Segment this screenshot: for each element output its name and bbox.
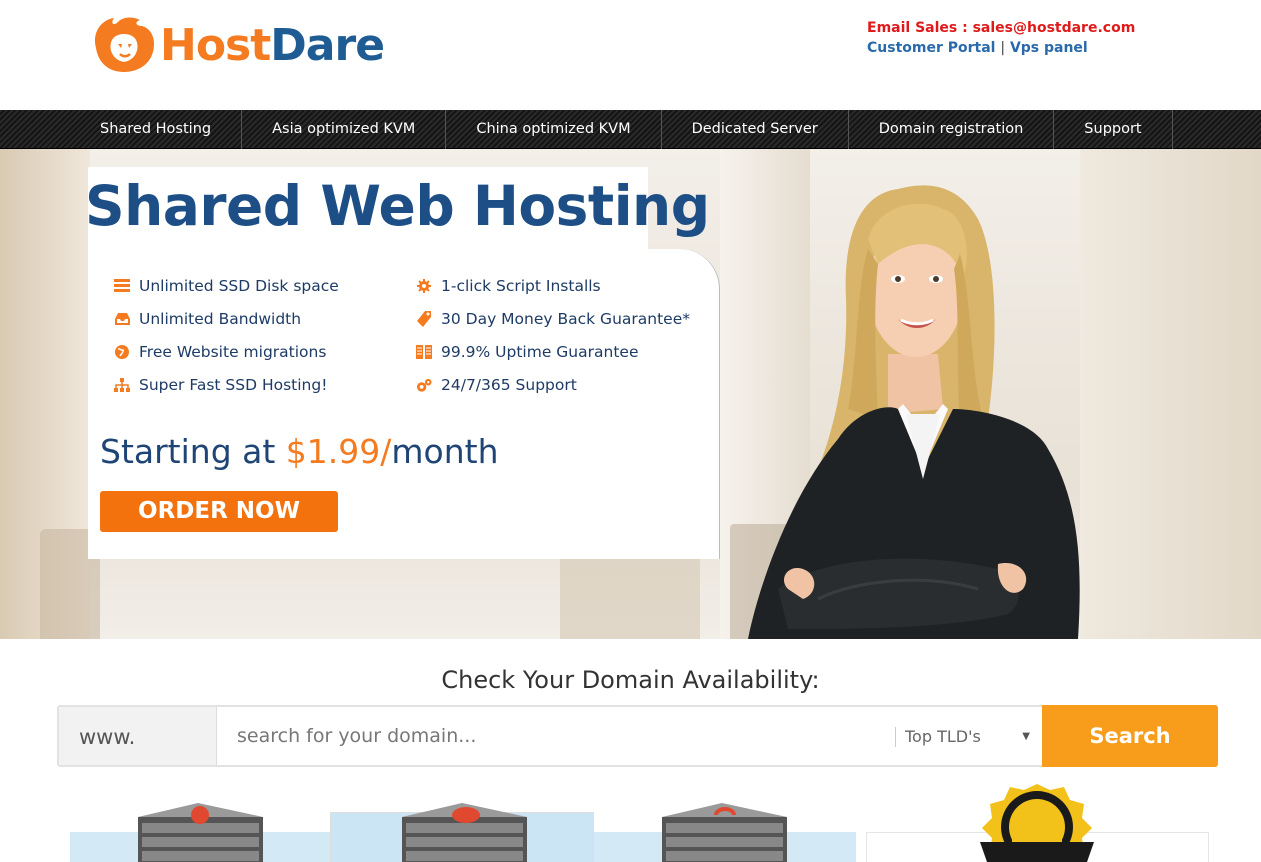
order-now-button[interactable]: ORDER NOW <box>100 491 338 532</box>
sitemap-icon <box>114 377 130 393</box>
nav-item-support[interactable]: Support <box>1054 110 1173 149</box>
hero-banner: Shared Web Hosting Unlimited SSD Disk sp… <box>0 149 1261 639</box>
price-amount: $1.99/ <box>285 432 392 471</box>
logo-wordmark: HostDare <box>160 19 385 71</box>
feature-label: 99.9% Uptime Guarantee <box>441 343 639 361</box>
background-shape <box>1080 149 1261 639</box>
nav-item-dedicated-server[interactable]: Dedicated Server <box>662 110 849 149</box>
feature-label: 1-click Script Installs <box>441 277 601 295</box>
header-contact: Email Sales : sales@hostdare.com Custome… <box>867 18 1135 58</box>
email-sales-link[interactable]: Email Sales : sales@hostdare.com <box>867 18 1135 38</box>
server-sync-icon <box>662 803 787 862</box>
feature-item: 24/7/365 Support <box>416 376 577 394</box>
customer-portal-link[interactable]: Customer Portal <box>867 40 995 56</box>
gear-icon <box>416 278 432 294</box>
chevron-down-icon: ▼ <box>1022 731 1030 742</box>
contact-separator: | <box>1000 40 1006 56</box>
feature-item: Super Fast SSD Hosting! <box>114 376 327 394</box>
tld-select[interactable]: Top TLD's ▼ <box>895 707 1042 765</box>
tag-icon <box>416 311 432 327</box>
tld-selected-value: Top TLD's <box>905 727 981 746</box>
feature-item: Free Website migrations <box>114 343 326 361</box>
feature-label: Super Fast SSD Hosting! <box>139 376 328 394</box>
hero-title: Shared Web Hosting <box>85 174 710 238</box>
inbox-icon <box>114 311 130 327</box>
nav-item-asia-kvm[interactable]: Asia optimized KVM <box>242 110 447 149</box>
feature-label: Unlimited SSD Disk space <box>139 277 339 295</box>
search-button[interactable]: Search <box>1042 705 1218 767</box>
www-prefix: www. <box>59 707 217 765</box>
storage-icon <box>114 278 130 294</box>
server-web-icon <box>138 803 263 862</box>
money-back-guarantee-badge <box>980 784 1094 862</box>
price-text: Starting at $1.99/month <box>100 432 499 471</box>
vps-panel-link[interactable]: Vps panel <box>1010 40 1088 56</box>
domain-search-bar: www. Top TLD's ▼ Search <box>57 705 1218 767</box>
feature-item: 30 Day Money Back Guarantee* <box>416 310 690 328</box>
feature-label: 24/7/365 Support <box>441 376 577 394</box>
server-rack-icon <box>416 344 432 360</box>
main-nav: Shared Hosting Asia optimized KVM China … <box>0 110 1261 149</box>
domain-search-input[interactable] <box>217 707 895 765</box>
logo-host: Host <box>160 19 271 71</box>
server-cloud-icon <box>402 803 527 862</box>
nav-item-china-kvm[interactable]: China optimized KVM <box>446 110 662 149</box>
hero-woman-image <box>748 185 1080 639</box>
price-prefix: Starting at <box>100 432 286 471</box>
domain-section-title: Check Your Domain Availability: <box>441 666 820 694</box>
logo-dare: Dare <box>270 19 385 71</box>
hostdare-logo[interactable]: HostDare <box>88 12 408 78</box>
site-header: HostDare Email Sales : sales@hostdare.co… <box>0 0 1261 110</box>
feature-label: 30 Day Money Back Guarantee* <box>441 310 690 328</box>
nav-item-domain-registration[interactable]: Domain registration <box>849 110 1055 149</box>
price-suffix: month <box>391 432 499 471</box>
feature-item: 99.9% Uptime Guarantee <box>416 343 638 361</box>
background-shape <box>560 549 700 639</box>
feature-label: Free Website migrations <box>139 343 327 361</box>
feature-label: Unlimited Bandwidth <box>139 310 302 328</box>
lion-logo-icon <box>94 17 154 72</box>
nav-item-shared-hosting[interactable]: Shared Hosting <box>70 110 243 149</box>
feature-item: Unlimited SSD Disk space <box>114 277 339 295</box>
feature-item: 1-click Script Installs <box>416 277 601 295</box>
cogs-icon <box>416 377 432 393</box>
tld-divider <box>895 727 896 747</box>
feature-item: Unlimited Bandwidth <box>114 310 301 328</box>
nav-items: Shared Hosting Asia optimized KVM China … <box>70 110 1173 149</box>
globe-icon <box>114 344 130 360</box>
